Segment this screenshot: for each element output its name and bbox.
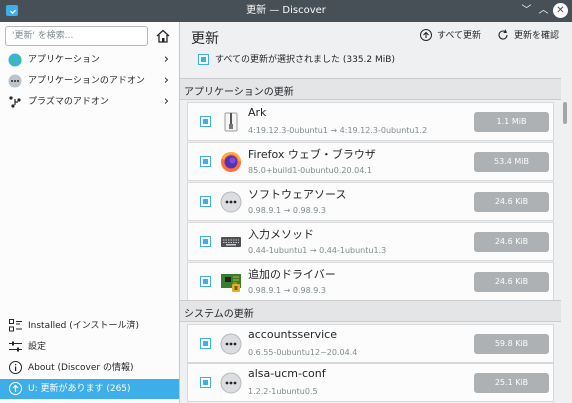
sidebar-item-settings[interactable]: 設定 [0, 337, 179, 357]
chevron-right-icon: › [163, 94, 169, 109]
scrollbar-thumb[interactable] [563, 102, 567, 124]
package-name: ソフトウェアソース [248, 188, 347, 201]
package-version: 0.6.55-0ubuntu12~20.04.4 [248, 348, 358, 357]
update-row[interactable]: Firefox ウェブ・ブラウザ 85.0+build1-0ubuntu0.20… [187, 142, 554, 181]
update-checkbox[interactable] [200, 116, 211, 127]
package-icon [220, 191, 242, 213]
section-title: システムの更新 [184, 309, 254, 320]
section-title: アプリケーションの更新 [184, 87, 294, 98]
package-version: 85.0+build1-0ubuntu0.20.04.1 [248, 166, 372, 175]
download-size-badge: 24.6 KiB [474, 272, 549, 292]
home-icon [156, 29, 170, 43]
sidebar-item-label: About (Discover の情報) [28, 363, 134, 373]
download-size-badge: 25.1 KiB [474, 373, 549, 393]
update-row[interactable]: alsa-ucm-conf 1.2.2-1ubuntu0.5 25.1 KiB [187, 363, 554, 402]
scrollbar[interactable] [563, 80, 567, 403]
installed-list-icon [9, 319, 22, 332]
close-button[interactable]: ✕ [553, 3, 568, 18]
sidebar-item-label: Installed (インストール済) [28, 321, 140, 331]
window-title: 更新 — Discover [246, 5, 326, 16]
sidebar-item-updates[interactable]: U: 更新があります (265) [0, 379, 179, 399]
package-name: 追加のドライバー [248, 268, 336, 281]
addon-icon [8, 74, 22, 88]
sidebar-item-plasma-addons[interactable]: プラズマのアドオン › [0, 92, 179, 112]
download-size-badge: 59.8 KiB [474, 334, 549, 354]
download-size-badge: 24.6 KiB [474, 192, 549, 212]
update-checkbox[interactable] [200, 156, 211, 167]
globe-icon [8, 53, 22, 67]
updates-panel: 更新 すべて更新 更新を確認 すべての更新が選択されました (335.2 MiB… [180, 22, 572, 403]
package-name: Ark [248, 106, 267, 119]
update-all-button[interactable]: すべて更新 [420, 29, 485, 43]
select-all-label: すべての更新が選択されました (335.2 MiB) [215, 55, 395, 65]
sidebar-item-installed[interactable]: Installed (インストール済) [0, 316, 179, 336]
package-name: accountsservice [248, 328, 337, 341]
select-all-checkbox[interactable] [198, 54, 209, 65]
sidebar-item-label: U: 更新があります (265) [28, 384, 131, 394]
page-title: 更新 [191, 31, 219, 47]
update-all-label: すべて更新 [437, 31, 482, 41]
check-updates-label: 更新を確認 [514, 31, 560, 41]
update-checkbox[interactable] [200, 236, 211, 247]
package-version: 0.44-1ubuntu1 → 0.44-1ubuntu1.3 [248, 246, 387, 255]
download-size-badge: 53.4 MiB [474, 152, 549, 172]
sidebar-item-label: アプリケーションのアドオン [28, 76, 145, 86]
sidebar-item-application-addons[interactable]: アプリケーションのアドオン › [0, 71, 179, 91]
package-icon [220, 372, 242, 394]
update-checkbox[interactable] [200, 276, 211, 287]
check-updates-button[interactable]: 更新を確認 [497, 29, 565, 43]
sidebar: アプリケーション › アプリケーションのアドオン › プラズマのアドオン › I… [0, 22, 180, 403]
update-checkbox[interactable] [200, 377, 211, 388]
sidebar-item-about[interactable]: About (Discover の情報) [0, 358, 179, 378]
sidebar-item-label: アプリケーション [28, 55, 100, 65]
firefox-icon [221, 151, 241, 172]
download-size-badge: 1.1 MiB [474, 112, 549, 132]
update-checkbox[interactable] [200, 196, 211, 207]
settings-sliders-icon [9, 341, 22, 352]
plasma-icon [9, 96, 21, 108]
package-version: 1.2.2-1ubuntu0.5 [248, 387, 318, 396]
package-version: 0.98.9.1 → 0.98.9.3 [248, 286, 326, 295]
sidebar-item-label: 設定 [28, 342, 47, 352]
driver-icon [221, 274, 241, 292]
package-name: 入力メソッド [248, 228, 314, 241]
ark-icon [224, 112, 238, 132]
package-name: Firefox ウェブ・ブラウザ [248, 148, 376, 161]
update-row[interactable]: 入力メソッド 0.44-1ubuntu1 → 0.44-1ubuntu1.3 2… [187, 222, 554, 261]
chevron-right-icon: › [163, 73, 169, 88]
home-button[interactable] [154, 27, 172, 45]
maximize-button[interactable]: ︿ [536, 3, 551, 18]
package-icon [220, 333, 242, 355]
info-icon [9, 361, 22, 374]
update-row[interactable]: accountsservice 0.6.55-0ubuntu12~20.04.4… [187, 324, 554, 363]
sidebar-item-label: プラズマのアドオン [28, 97, 109, 107]
refresh-icon [498, 29, 508, 40]
update-all-icon [420, 29, 432, 41]
update-row[interactable]: 追加のドライバー 0.98.9.1 → 0.98.9.3 24.6 KiB [187, 262, 554, 301]
package-name: alsa-ucm-conf [248, 367, 326, 380]
keyboard-icon [221, 237, 241, 247]
update-checkbox[interactable] [200, 338, 211, 349]
update-row[interactable]: Ark 4:19.12.3-0ubuntu1 → 4:19.12.3-0ubun… [187, 102, 554, 141]
search-box[interactable] [5, 26, 148, 46]
update-available-icon [9, 382, 22, 395]
package-version: 4:19.12.3-0ubuntu1 → 4:19.12.3-0ubuntu1.… [248, 126, 428, 135]
download-size-badge: 24.6 KiB [474, 232, 549, 252]
package-version: 0.98.9.1 → 0.98.9.3 [248, 206, 326, 215]
section-header-system-updates: システムの更新 [180, 300, 561, 322]
section-header-app-updates: アプリケーションの更新 [180, 78, 561, 100]
sidebar-item-applications[interactable]: アプリケーション › [0, 50, 179, 70]
minimize-button[interactable]: ﹀ [519, 3, 534, 18]
title-bar: 更新 — Discover ﹀ ︿ ✕ [0, 0, 572, 22]
chevron-right-icon: › [163, 52, 169, 67]
update-row[interactable]: ソフトウェアソース 0.98.9.1 → 0.98.9.3 24.6 KiB [187, 182, 554, 221]
search-input[interactable] [6, 27, 147, 45]
